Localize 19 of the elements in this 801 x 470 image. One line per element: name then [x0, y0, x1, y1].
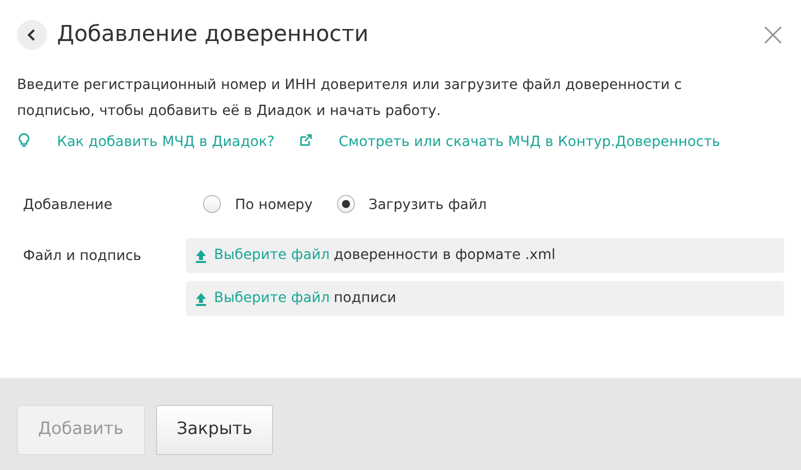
back-button[interactable] — [17, 20, 47, 50]
radio-option[interactable]: Загрузить файл — [368, 195, 487, 216]
dialog-button[interactable]: Закрыть — [156, 405, 274, 455]
file-picker[interactable]: Выберите файл подписи — [186, 281, 784, 316]
close-icon — [764, 26, 782, 44]
dialog-title: Добавление доверенности — [57, 22, 369, 48]
upload-icon — [194, 248, 208, 262]
file-hint-text: доверенности в формате .xml — [334, 246, 556, 265]
radio-button[interactable] — [336, 195, 355, 213]
file-hint-text: подписи — [334, 289, 396, 308]
description-text: Введите регистрационный номер и ИНН доверителя или загрузите файл доверенности с подписью, чтобы добавить её в Диадок и начать работу. — [17, 76, 683, 121]
field-label: Добавление — [22, 196, 114, 215]
chevron-left-icon — [26, 29, 38, 41]
file-picker[interactable]: Выберите файл доверенности в формате .xml — [186, 238, 784, 273]
upload-icon — [194, 292, 208, 306]
close-button[interactable] — [764, 24, 782, 46]
field-label: Файл и подпись — [22, 247, 142, 266]
radio-button[interactable] — [203, 195, 221, 213]
radio-option[interactable]: По номеру — [235, 195, 313, 216]
